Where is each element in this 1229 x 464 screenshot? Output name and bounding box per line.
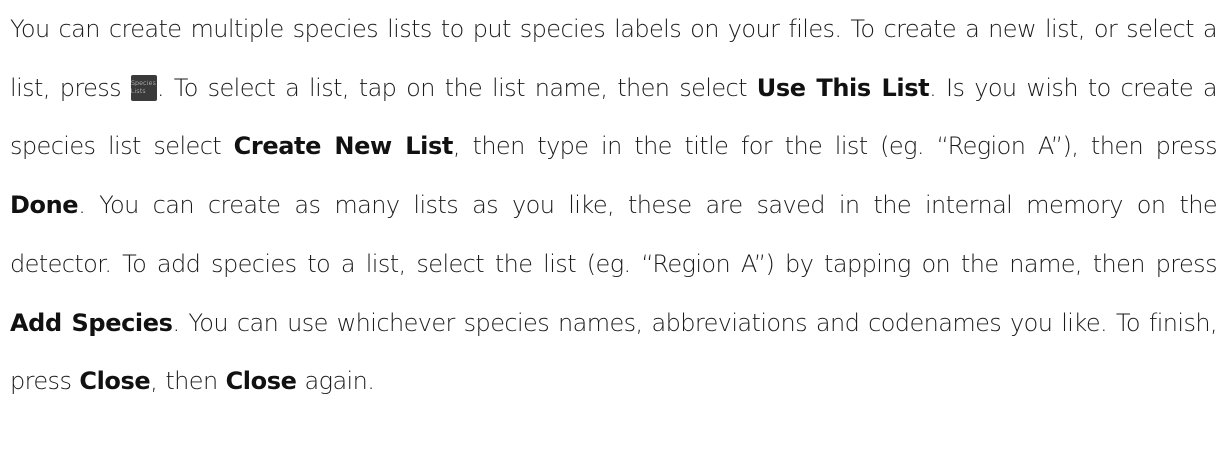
text-segment: again. (304, 367, 375, 396)
use-this-list-label: Use This List (756, 73, 930, 102)
add-species-label: Add Species (10, 308, 173, 337)
instructions-document: You can create multiple species lists to… (10, 0, 1218, 411)
instructions-paragraph: You can create multiple species lists to… (10, 0, 1218, 411)
close-label: Close (79, 367, 151, 396)
text-segment: , then (150, 367, 218, 396)
close-label: Close (225, 367, 297, 396)
text-segment: . To select a list, tap on the list name… (156, 73, 748, 102)
text-segment: , then type in the title for the list (e… (452, 132, 1218, 161)
text-segment: . You can create as many lists as you li… (10, 191, 1218, 278)
button-label-line: Lists (130, 86, 146, 95)
button-label-line: Species (130, 78, 156, 87)
done-label: Done (10, 191, 79, 220)
create-new-list-label: Create New List (233, 132, 454, 161)
species-lists-button-icon: Species Lists (130, 74, 157, 101)
